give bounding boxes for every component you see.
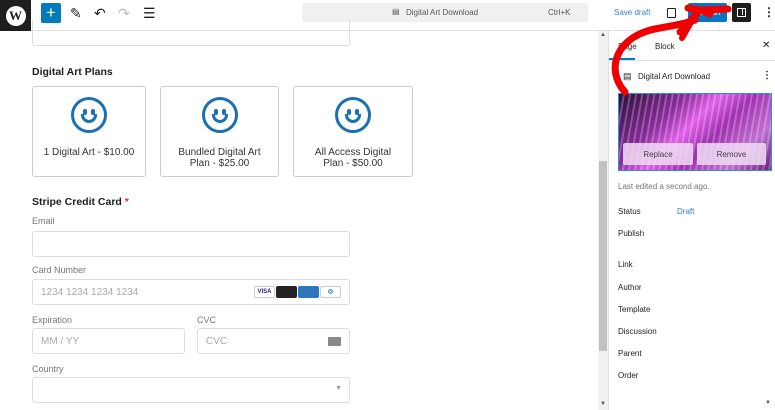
plan-label: 1 Digital Art - $10.00: [43, 147, 135, 158]
wordpress-logo[interactable]: W: [0, 0, 31, 31]
link-row[interactable]: Link: [618, 260, 633, 269]
parent-row[interactable]: Parent: [618, 349, 642, 358]
email-input[interactable]: [32, 231, 350, 257]
close-icon[interactable]: ✕: [762, 40, 770, 51]
expiration-label: Expiration: [32, 315, 73, 325]
previous-field[interactable]: [32, 20, 350, 46]
cvc-card-icon: [328, 337, 341, 346]
sidebar-scroll-down-icon[interactable]: ▼: [765, 400, 771, 406]
scrollbar-thumb[interactable]: [599, 161, 607, 351]
cvc-placeholder: CVC: [206, 336, 228, 347]
status-label: Status: [618, 207, 641, 216]
plans-heading: Digital Art Plans: [32, 66, 113, 78]
plan-label: All Access Digital Plan - $50.00: [314, 147, 392, 169]
smiley-icon: [71, 97, 107, 133]
author-row[interactable]: Author: [618, 283, 642, 292]
wordpress-icon: W: [5, 5, 26, 26]
diners-icon: ◎: [320, 286, 341, 298]
cvc-label: CVC: [197, 315, 217, 325]
country-label: Country: [32, 364, 64, 374]
options-menu-icon[interactable]: ⋮: [763, 5, 775, 19]
visa-icon: VISA: [254, 286, 275, 298]
plan-label: Bundled Digital Art Plan - $25.00: [178, 147, 261, 169]
scroll-down-icon[interactable]: ▼: [600, 401, 606, 407]
annotation-arrow: [611, 4, 732, 96]
amex-icon: A: [298, 286, 319, 298]
plan-card[interactable]: Bundled Digital Art Plan - $25.00: [160, 86, 279, 177]
document-title: Digital Art Download: [406, 8, 479, 17]
replace-image-button[interactable]: Replace: [623, 143, 693, 165]
card-placeholder: 1234 1234 1234 1234: [41, 287, 139, 298]
doc-options-icon[interactable]: ⋮: [762, 70, 772, 81]
card-number-label: Card Number: [32, 265, 87, 275]
cvc-input[interactable]: CVC: [197, 328, 350, 354]
remove-image-button[interactable]: Remove: [697, 143, 766, 165]
expiration-input[interactable]: MM / YY: [32, 328, 185, 354]
shortcut-hint: Ctrl+K: [548, 8, 571, 17]
smiley-icon: [201, 97, 238, 133]
smiley-icon: [335, 97, 371, 133]
discussion-row[interactable]: Discussion: [618, 327, 657, 336]
stripe-heading: Stripe Credit Card *: [32, 196, 129, 208]
chevron-down-icon: ▼: [335, 385, 342, 392]
card-number-input[interactable]: 1234 1234 1234 1234 VISAMA◎: [32, 279, 350, 305]
order-row[interactable]: Order: [618, 371, 638, 380]
publish-row[interactable]: Publish: [618, 229, 644, 238]
plan-card[interactable]: 1 Digital Art - $10.00: [32, 86, 146, 177]
template-row[interactable]: Template: [618, 305, 650, 314]
document-icon: ▤: [392, 7, 400, 16]
expiration-placeholder: MM / YY: [41, 336, 80, 347]
last-edited-text: Last edited a second ago.: [618, 182, 710, 191]
country-select[interactable]: ▼: [32, 377, 350, 403]
status-value[interactable]: Draft: [677, 207, 694, 216]
email-label: Email: [32, 216, 55, 226]
plan-card[interactable]: All Access Digital Plan - $50.00: [293, 86, 413, 177]
mastercard-icon: M: [276, 286, 297, 298]
